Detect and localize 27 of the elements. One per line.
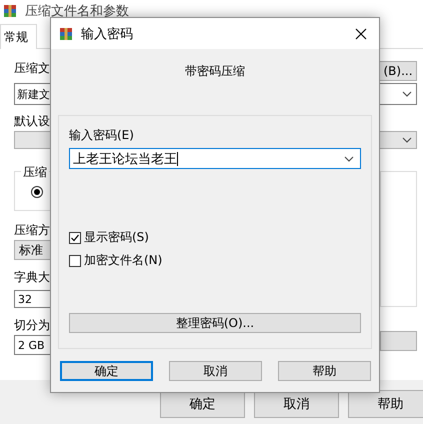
dialog-button[interactable]: 帮助 — [348, 390, 423, 418]
dialog-title: 输入密码 — [81, 26, 134, 42]
dialog-heading: 带密码压缩 — [185, 63, 245, 80]
chevron-icon — [344, 156, 354, 162]
dialog-button[interactable]: 取消 — [169, 361, 262, 381]
archive-icon — [59, 26, 73, 40]
password-combobox[interactable]: 上老王论坛当老王 — [69, 148, 361, 169]
chevron-icon — [402, 137, 412, 143]
checkbox[interactable] — [69, 232, 81, 244]
browse-button[interactable]: (B)... — [379, 61, 417, 81]
archive-icon — [3, 4, 17, 18]
chevron-icon — [402, 91, 412, 97]
field-label: 字典大 — [14, 270, 50, 285]
window-title: 压缩文件名和参数 — [25, 3, 129, 20]
field-label: 输入密码(E) — [69, 128, 134, 143]
field-label: 压缩方 — [14, 223, 50, 238]
dialog-button[interactable]: 确定 — [60, 361, 153, 381]
field-label: 切分为 — [14, 318, 50, 333]
dialog-button[interactable]: 帮助 — [278, 361, 371, 381]
field-label: 默认设 — [14, 114, 50, 129]
checkbox-label[interactable]: 显示密码(S) — [84, 229, 149, 246]
tab[interactable]: 常规 — [0, 24, 37, 49]
checkbox[interactable] — [69, 254, 81, 266]
checkbox-label[interactable]: 加密文件名(N) — [84, 252, 162, 269]
organize-passwords-button[interactable]: 整理密码(O)... — [69, 313, 361, 333]
field-label: 压缩文 — [14, 61, 50, 76]
radio-button[interactable] — [31, 186, 43, 198]
